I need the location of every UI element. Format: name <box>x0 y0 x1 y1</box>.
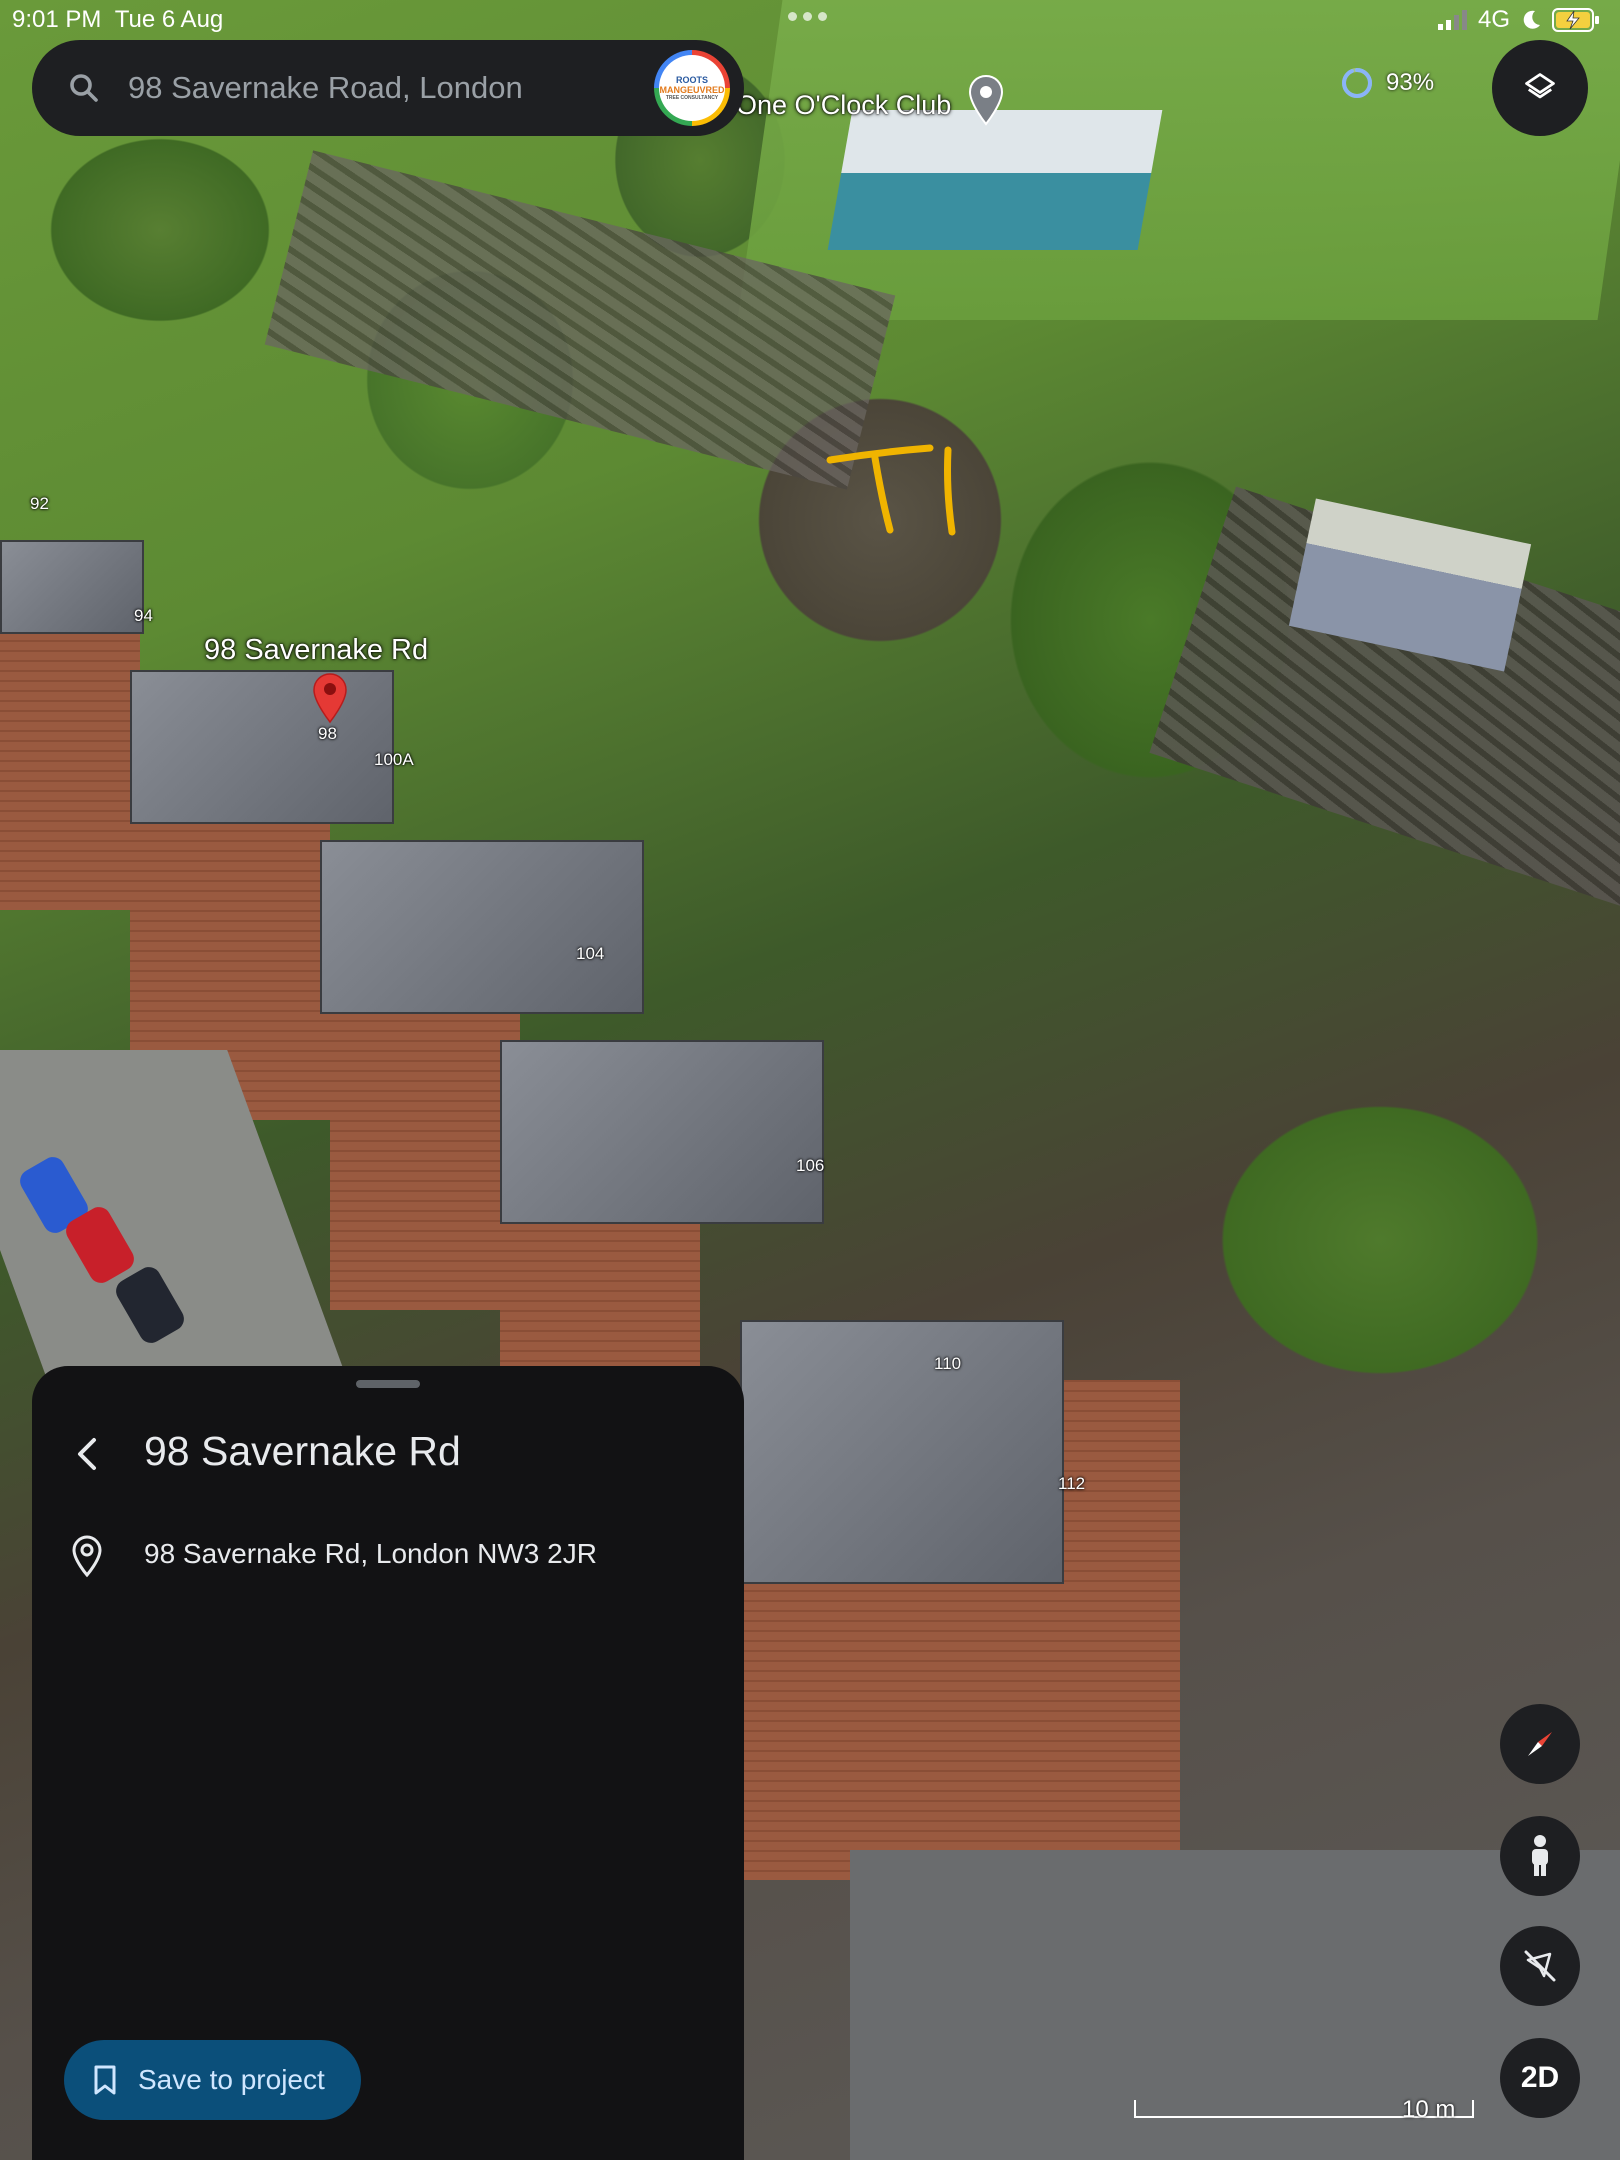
account-avatar[interactable]: ROOTS MANGEUVRED TREE CONSULTANCY <box>654 50 730 126</box>
club-building <box>827 110 1163 250</box>
search-icon[interactable] <box>66 70 102 106</box>
loading-indicator: 93% <box>1340 66 1434 100</box>
house-number: 104 <box>576 944 605 963</box>
place-address[interactable]: 98 Savernake Rd, London NW3 2JR <box>144 1538 597 1570</box>
scale-label: 10 m <box>1402 2096 1456 2123</box>
street-view-button[interactable] <box>1500 1816 1580 1896</box>
location-pin-outline-icon <box>72 1535 102 1578</box>
handwritten-annotation <box>826 444 956 536</box>
network-type: 4G <box>1477 6 1510 33</box>
status-date: Tue 6 Aug <box>114 6 224 33</box>
status-bar: 9:01 PM Tue 6 Aug 4G <box>0 0 1620 40</box>
place-title: 98 Savernake Rd <box>144 1428 461 1474</box>
house-number: 110 <box>934 1354 962 1373</box>
sheet-drag-handle[interactable] <box>356 1380 420 1388</box>
avatar-text: TREE CONSULTANCY <box>665 95 719 101</box>
status-time-date: 9:01 PM Tue 6 Aug <box>12 6 223 34</box>
pegman-icon <box>1532 1835 1548 1876</box>
house-number: 106 <box>796 1156 825 1175</box>
save-to-project-button[interactable]: Save to project <box>64 2040 361 2120</box>
avatar-text: MANGEUVRED <box>659 85 725 95</box>
loading-percent: 93% <box>1386 69 1435 96</box>
layers-icon <box>1525 73 1555 99</box>
search-input[interactable] <box>128 62 628 114</box>
bookmark-icon <box>94 2065 116 2095</box>
house-number: 92 <box>30 494 49 513</box>
status-time: 9:01 PM <box>12 6 102 33</box>
house-number: 100A <box>374 750 414 769</box>
layers-button[interactable] <box>1492 40 1588 136</box>
pin-number: 98 <box>318 724 337 743</box>
place-label[interactable]: 98 Savernake Rd <box>204 634 428 667</box>
house-number: 112 <box>1058 1474 1086 1493</box>
signal-icon <box>1437 10 1467 30</box>
chevron-left-icon <box>78 1438 96 1470</box>
status-indicators: 4G <box>1437 6 1600 34</box>
tilt-toggle-button[interactable] <box>1500 1926 1580 2006</box>
view-mode-button[interactable]: 2D <box>1500 2038 1580 2118</box>
place-details-sheet[interactable]: 98 Savernake Rd 98 Savernake Rd, London … <box>32 1366 744 2160</box>
loading-ring-icon <box>1342 68 1372 98</box>
battery-charging-icon <box>1552 8 1599 32</box>
multitasking-dots[interactable] <box>788 12 827 21</box>
poi-label[interactable]: One O'Clock Club <box>736 90 951 121</box>
save-to-project-label: Save to project <box>138 2064 325 2095</box>
back-button[interactable] <box>60 1426 116 1482</box>
compass-button[interactable] <box>1500 1704 1580 1784</box>
location-pin-icon[interactable] <box>312 672 348 724</box>
moon-icon <box>1523 10 1540 29</box>
compass-icon <box>1528 1732 1552 1756</box>
house-number: 94 <box>134 606 153 625</box>
tilt-off-icon <box>1524 1950 1556 1982</box>
search-bar[interactable]: ROOTS MANGEUVRED TREE CONSULTANCY <box>32 40 744 136</box>
poi-marker-icon[interactable] <box>968 74 1004 128</box>
avatar-text: ROOTS <box>675 75 708 85</box>
